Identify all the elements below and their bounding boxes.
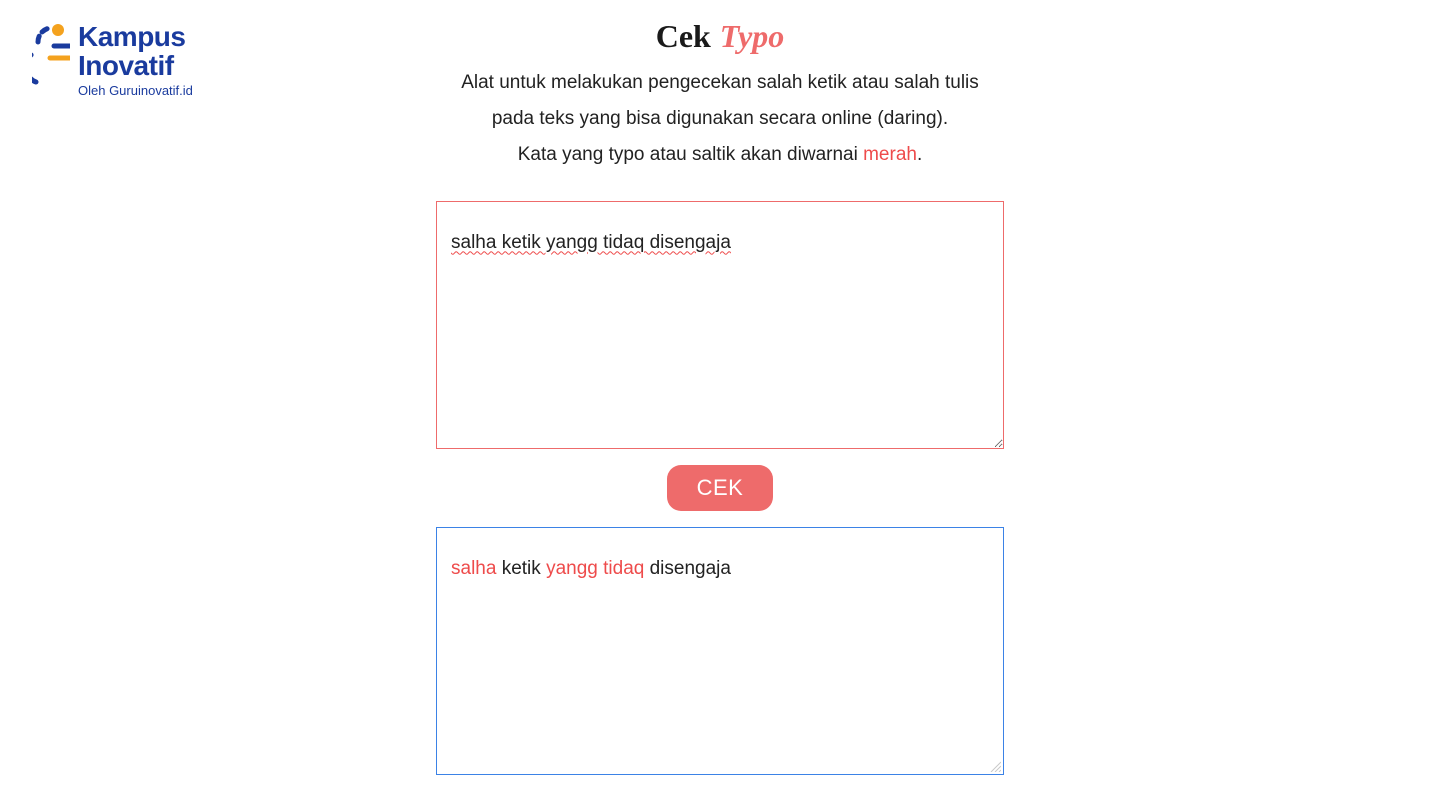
- typo-word: yangg: [546, 558, 598, 579]
- word: disengaja: [650, 558, 731, 579]
- brand-logo: Kampus Inovatif Oleh Guruinovatif.id: [32, 22, 193, 98]
- output-content: salha ketik yangg tidaq disengaja: [451, 558, 731, 579]
- desc-line-3a: Kata yang typo atau saltik akan diwarnai: [518, 144, 863, 165]
- logo-title-2: Inovatif: [78, 51, 193, 80]
- resize-handle-icon[interactable]: [989, 760, 1001, 772]
- title-cek: Cek: [656, 18, 711, 54]
- logo-icon: [32, 22, 70, 90]
- word: ketik: [502, 558, 541, 579]
- page-title: Cek Typo: [656, 18, 785, 55]
- check-button[interactable]: CEK: [667, 465, 774, 511]
- desc-red-word: merah: [863, 144, 917, 165]
- typo-word: tidaq: [603, 558, 644, 579]
- logo-title-1: Kampus: [78, 22, 193, 51]
- logo-text: Kampus Inovatif Oleh Guruinovatif.id: [78, 22, 193, 98]
- title-typo: Typo: [720, 18, 785, 54]
- description: Alat untuk melakukan pengecekan salah ke…: [461, 65, 979, 173]
- output-box: salha ketik yangg tidaq disengaja: [436, 527, 1004, 775]
- logo-subtitle: Oleh Guruinovatif.id: [78, 83, 193, 98]
- input-textarea[interactable]: [436, 201, 1004, 449]
- desc-line-2: pada teks yang bisa digunakan secara onl…: [492, 108, 948, 129]
- desc-line-1: Alat untuk melakukan pengecekan salah ke…: [461, 72, 979, 93]
- typo-word: salha: [451, 558, 496, 579]
- main-content: Cek Typo Alat untuk melakukan pengecekan…: [436, 18, 1004, 775]
- desc-line-3b: .: [917, 144, 922, 165]
